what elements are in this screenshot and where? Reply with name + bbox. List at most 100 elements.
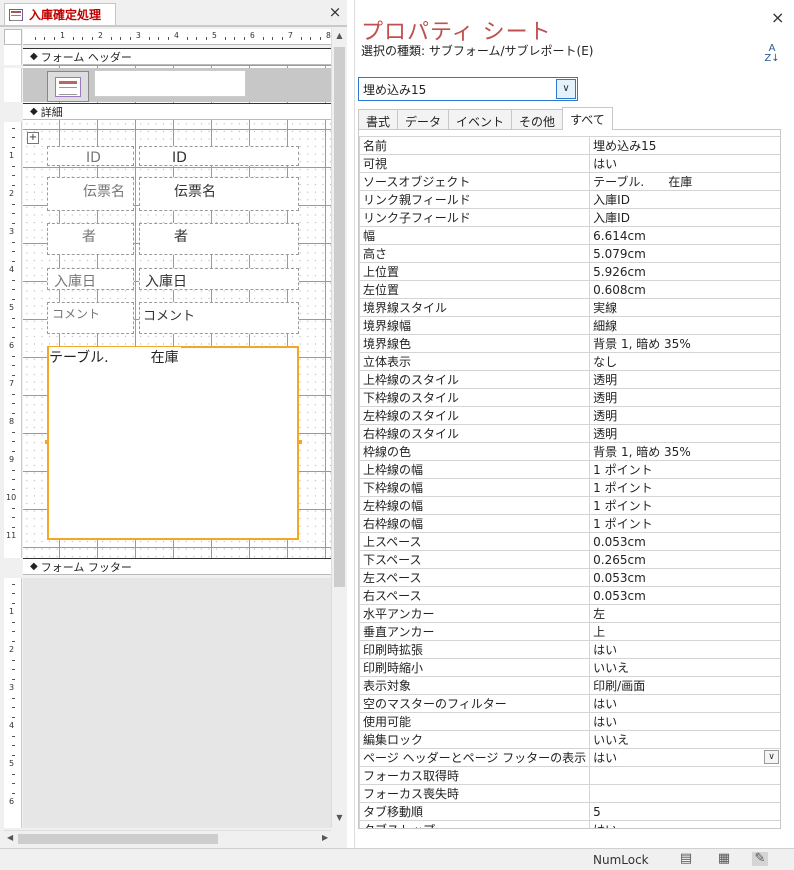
slip-name-textbox[interactable]: 伝票名 [139,177,299,211]
property-value[interactable]: はい [589,694,780,713]
property-value[interactable]: はい [589,820,780,828]
scroll-up-icon[interactable]: ▲ [334,31,345,43]
property-row[interactable]: 垂直アンカー上 [359,622,780,641]
property-value[interactable]: 背景 1, 暗め 35% [589,334,780,353]
property-value[interactable]: 背景 1, 暗め 35% [589,442,780,461]
property-value[interactable]: 透明 [589,424,780,443]
property-value[interactable]: 5.926cm [589,262,780,281]
property-value[interactable]: はい [589,640,780,659]
property-row[interactable]: 左枠線の幅 1 ポイント [359,496,780,515]
property-row[interactable]: 境界線スタイル 実線 [359,298,780,317]
form-header-section-bar[interactable]: ◆ フォーム ヘッダー [23,48,331,65]
property-row[interactable]: 枠線の色 背景 1, 暗め 35% [359,442,780,461]
property-row[interactable]: 下枠線のスタイル 透明 [359,388,780,407]
resize-handle-left[interactable] [45,440,49,444]
property-row[interactable]: 右枠線の幅 1 ポイント [359,514,780,533]
property-value[interactable]: 1 ポイント [589,496,780,515]
property-value[interactable]: 5 [589,802,780,821]
property-value[interactable]: 0.265cm [589,550,780,569]
header-image-control[interactable] [47,71,89,102]
property-row[interactable]: リンク子フィールド 入庫ID [359,208,780,227]
slip-name-label[interactable]: 伝票名 [47,177,134,211]
property-row[interactable]: 表示対象 印刷/画面 [359,676,780,695]
sort-icon[interactable]: A Z↓ [763,44,781,66]
horizontal-scroll-thumb[interactable] [18,834,218,844]
property-row[interactable]: 左枠線のスタイル 透明 [359,406,780,425]
resize-handle-right[interactable] [298,440,302,444]
scroll-left-icon[interactable]: ◀ [7,833,13,842]
property-row[interactable]: 下枠線の幅 1 ポイント [359,478,780,497]
property-row[interactable]: 水平アンカー左 [359,604,780,623]
layout-view-icon[interactable]: ▦ [716,852,732,866]
property-row[interactable]: タブストップはい [359,820,780,828]
scroll-down-icon[interactable]: ▼ [334,813,345,825]
property-row[interactable]: リンク親フィールド 入庫ID [359,190,780,209]
vertical-ruler-detail[interactable]: 1 2 3 4 5 6 7 8 9 10 11 [4,122,22,558]
property-value[interactable] [589,766,780,785]
property-value[interactable]: 入庫ID [589,208,780,227]
property-value[interactable]: 1 ポイント [589,478,780,497]
property-value[interactable]: はい [589,154,780,173]
property-row[interactable]: 下スペース 0.265cm [359,550,780,569]
property-row[interactable]: 編集ロック いいえ [359,730,780,749]
property-value[interactable]: 0.053cm [589,532,780,551]
property-row[interactable]: フォーカス取得時 [359,766,780,785]
tab-data[interactable]: データ [397,109,450,130]
property-row[interactable]: 境界線幅 細線 [359,316,780,335]
property-row[interactable]: 印刷時拡張 はい [359,640,780,659]
property-value[interactable]: 5.079cm [589,244,780,263]
design-view-icon[interactable]: ✎ [752,852,768,866]
tab-format[interactable]: 書式 [358,109,399,130]
property-row[interactable]: ソースオブジェクト テーブル. 在庫 [359,172,780,191]
property-value[interactable]: 1 ポイント [589,514,780,533]
vertical-scroll-thumb[interactable] [334,47,345,587]
property-row[interactable]: 幅 6.614cm [359,226,780,245]
property-row[interactable]: 名前 埋め込み15 [359,136,780,155]
property-value[interactable]: テーブル. 在庫 [589,172,780,191]
form-view-icon[interactable]: ▤ [678,852,694,866]
property-row[interactable]: 上スペース 0.053cm [359,532,780,551]
property-value[interactable] [589,784,780,803]
person-label[interactable]: 者 [47,223,134,255]
property-row[interactable]: 高さ 5.079cm [359,244,780,263]
close-property-sheet-icon[interactable]: × [771,8,784,27]
property-row[interactable]: 左位置 0.608cm [359,280,780,299]
property-value[interactable]: 6.614cm [589,226,780,245]
property-row[interactable]: 可視 はい [359,154,780,173]
property-row[interactable]: ページ ヘッダーとページ フッターの表示 はい ∨ [359,748,780,767]
property-row[interactable]: 左スペース 0.053cm [359,568,780,587]
property-value[interactable]: はい [589,712,780,731]
property-row[interactable]: 使用可能 はい [359,712,780,731]
property-value[interactable]: 入庫ID [589,190,780,209]
property-row[interactable]: 上位置 5.926cm [359,262,780,281]
ruler-corner-selector[interactable] [4,29,22,45]
horizontal-scrollbar[interactable]: ◀ ▶ [4,830,331,846]
person-textbox[interactable]: 者 [139,223,299,255]
property-value[interactable]: 透明 [589,388,780,407]
property-value[interactable]: なし [589,352,780,371]
subform-control[interactable]: テーブル. 在庫 [47,346,299,540]
move-handle-icon[interactable]: + [27,132,39,144]
property-value[interactable]: いいえ [589,658,780,677]
property-value[interactable]: 0.053cm [589,568,780,587]
property-value[interactable]: 0.608cm [589,280,780,299]
vertical-ruler-footer[interactable]: 1 2 3 4 5 6 [4,578,22,828]
property-row[interactable]: タブ移動順 5 [359,802,780,821]
id-textbox[interactable]: ID [139,146,299,166]
horizontal-ruler[interactable]: 12345678 [23,29,331,45]
property-value[interactable]: 左 [589,604,780,623]
header-title-control[interactable] [94,70,246,97]
property-value[interactable]: はい ∨ [589,748,780,767]
chevron-down-icon[interactable]: ∨ [764,750,779,764]
tab-event[interactable]: イベント [448,109,513,130]
property-row[interactable]: 印刷時縮小 いいえ [359,658,780,677]
document-tab[interactable]: 入庫確定処理 [4,3,116,25]
property-row[interactable]: 境界線色 背景 1, 暗め 35% [359,334,780,353]
property-value[interactable]: 印刷/画面 [589,676,780,695]
property-value[interactable]: 0.053cm [589,586,780,605]
property-value[interactable]: 上 [589,622,780,641]
property-value[interactable]: 細線 [589,316,780,335]
date-label[interactable]: 入庫日 [47,268,134,290]
tab-all[interactable]: すべて [562,107,613,130]
property-value[interactable]: 透明 [589,406,780,425]
